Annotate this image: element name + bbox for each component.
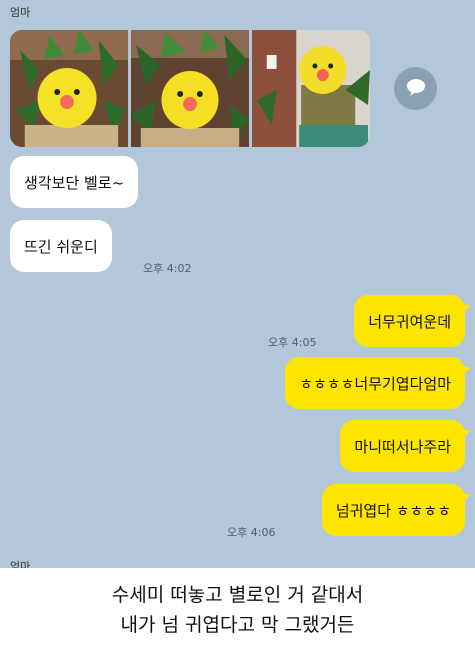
caption-line: 내가 넘 귀엽다고 막 그랬거든 bbox=[120, 614, 355, 636]
photo-2[interactable] bbox=[131, 30, 249, 147]
message-incoming[interactable]: 생각보단 벨로~ bbox=[10, 156, 139, 208]
message-outgoing[interactable]: 마니떠서나주라 bbox=[340, 420, 465, 472]
message-time: 오후 4:02 bbox=[143, 262, 192, 275]
photo-1[interactable] bbox=[10, 30, 128, 147]
caption: 수세미 떠놓고 별로인 거 같대서 내가 넘 귀엽다고 막 그랬거든 bbox=[0, 568, 475, 652]
speech-bubble-icon bbox=[406, 78, 426, 100]
photo-group[interactable] bbox=[10, 30, 370, 147]
message-time: 오후 4:06 bbox=[227, 526, 276, 539]
chat-room: 엄마 생각보단 벨로~ 뜨긴 쉬운디 오후 4:02 너무귀여운데 오후 4:0… bbox=[0, 0, 475, 568]
message-outgoing[interactable]: ㅎㅎㅎㅎ너무기엽다엄마 bbox=[285, 357, 465, 409]
caption-line: 수세미 떠놓고 별로인 거 같대서 bbox=[111, 584, 364, 606]
sender-name: 엄마 bbox=[10, 6, 31, 19]
message-incoming[interactable]: 뜨긴 쉬운디 bbox=[10, 220, 112, 272]
share-button[interactable] bbox=[394, 67, 437, 110]
message-outgoing[interactable]: 넘귀엽다 ㅎㅎㅎㅎ bbox=[321, 484, 465, 536]
sender-name: 엄마 bbox=[10, 560, 31, 568]
photo-3[interactable] bbox=[252, 30, 370, 147]
message-outgoing[interactable]: 너무귀여운데 bbox=[354, 295, 465, 347]
message-time: 오후 4:05 bbox=[268, 336, 317, 349]
